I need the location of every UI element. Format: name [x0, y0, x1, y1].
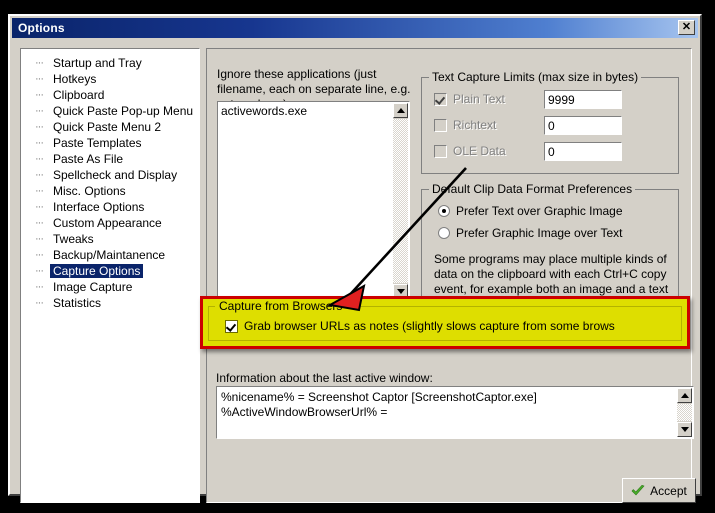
radio-prefer-image[interactable]: Prefer Graphic Image over Text	[438, 226, 623, 240]
accept-button[interactable]: Accept	[622, 478, 696, 503]
close-icon[interactable]: ✕	[678, 20, 695, 35]
tree-connector-icon: ···	[35, 169, 44, 181]
richtext-row[interactable]: Richtext	[434, 118, 496, 132]
sidebar-item-label: Startup and Tray	[53, 56, 142, 70]
plain-text-value[interactable]: 9999	[544, 90, 622, 109]
info-scrollbar[interactable]	[677, 388, 692, 437]
tree-connector-icon: ···	[35, 265, 44, 277]
sidebar-item-label: Paste Templates	[53, 136, 142, 150]
tree-connector-icon: ···	[35, 137, 44, 149]
richtext-value[interactable]: 0	[544, 116, 622, 135]
ole-data-label: OLE Data	[453, 144, 506, 158]
tree-connector-icon: ···	[35, 233, 44, 245]
sidebar-item-label: Custom Appearance	[53, 216, 162, 230]
sidebar-item-label: Paste As File	[53, 152, 124, 166]
sidebar-item[interactable]: ··· Statistics	[21, 295, 199, 311]
grab-urls-label: Grab browser URLs as notes (slightly slo…	[244, 319, 615, 333]
tree-connector-icon: ···	[35, 105, 44, 117]
scroll-up-icon[interactable]	[393, 103, 408, 118]
sidebar-item-label: Quick Paste Pop-up Menu	[53, 104, 194, 118]
grab-urls-row[interactable]: Grab browser URLs as notes (slightly slo…	[225, 319, 615, 333]
sidebar-item[interactable]: ··· Custom Appearance	[21, 215, 199, 231]
tree-connector-icon: ···	[35, 217, 44, 229]
richtext-checkbox[interactable]	[434, 118, 447, 132]
capture-from-browsers-title: Capture from Browsers	[215, 299, 347, 313]
plain-text-checkbox[interactable]	[434, 92, 447, 106]
tree-connector-icon: ···	[35, 121, 44, 133]
text-capture-limits-group: Text Capture Limits (max size in bytes) …	[421, 70, 679, 174]
sidebar-item-label: Statistics	[53, 296, 102, 310]
clip-format-title: Default Clip Data Format Preferences	[429, 182, 636, 196]
sidebar-item-label: Interface Options	[53, 200, 145, 214]
settings-tree[interactable]: ··· Startup and Tray ··· Hotkeys ··· Clipboar…	[20, 48, 200, 503]
sidebar-item[interactable]: ··· Backup/Maintanence	[21, 247, 199, 263]
radio-prefer-image-label: Prefer Graphic Image over Text	[456, 226, 623, 240]
sidebar-item[interactable]: ··· Startup and Tray	[21, 55, 199, 71]
text-capture-limits-title: Text Capture Limits (max size in bytes)	[429, 70, 642, 84]
ole-data-value[interactable]: 0	[544, 142, 622, 161]
window-title: Options	[18, 21, 65, 35]
sidebar-item[interactable]: ··· Hotkeys	[21, 71, 199, 87]
options-dialog: Options ✕ ··· Startup and Tray ··· Hotkeys ·…	[8, 14, 702, 503]
tree-connector-icon: ···	[35, 297, 44, 309]
tree-connector-icon: ···	[35, 201, 44, 213]
scrollbar-track[interactable]	[393, 119, 408, 283]
sidebar-item-label: Capture Options	[50, 264, 144, 278]
tree-connector-icon: ···	[35, 89, 44, 101]
title-bar: Options ✕	[12, 18, 698, 38]
capture-from-browsers-highlight: Capture from Browsers Grab browser URLs …	[200, 296, 690, 349]
sidebar-item[interactable]: ··· Misc. Options	[21, 183, 199, 199]
tree-connector-icon: ···	[35, 153, 44, 165]
radio-prefer-image-icon[interactable]	[438, 227, 450, 239]
ole-data-checkbox[interactable]	[434, 144, 447, 158]
accept-label: Accept	[650, 483, 687, 498]
sidebar-item[interactable]: ··· Paste Templates	[21, 135, 199, 151]
ole-data-row[interactable]: OLE Data	[434, 144, 506, 158]
last-window-info-box[interactable]: %nicename% = Screenshot Captor [Screensh…	[216, 386, 694, 439]
ignore-apps-scrollbar[interactable]	[393, 103, 408, 299]
plain-text-label: Plain Text	[453, 92, 505, 106]
sidebar-item-label: Quick Paste Menu 2	[53, 120, 162, 134]
sidebar-item[interactable]: ··· Tweaks	[21, 231, 199, 247]
sidebar-item-label: Spellcheck and Display	[53, 168, 178, 182]
last-window-info-value: %nicename% = Screenshot Captor [Screensh…	[221, 390, 537, 419]
radio-prefer-text[interactable]: Prefer Text over Graphic Image	[438, 204, 623, 218]
tree-connector-icon: ···	[35, 73, 44, 85]
sidebar-item[interactable]: ··· Capture Options	[21, 263, 199, 279]
sidebar-item-label: Misc. Options	[53, 184, 126, 198]
sidebar-item[interactable]: ··· Clipboard	[21, 87, 199, 103]
sidebar-item-label: Clipboard	[53, 88, 105, 102]
green-check-icon	[631, 484, 645, 495]
plain-text-row[interactable]: Plain Text	[434, 92, 505, 106]
tree-connector-icon: ···	[35, 185, 44, 197]
sidebar-item-label: Hotkeys	[53, 72, 97, 86]
sidebar-item-label: Image Capture	[53, 280, 133, 294]
radio-prefer-text-label: Prefer Text over Graphic Image	[456, 204, 623, 218]
ignore-apps-input[interactable]: activewords.exe	[217, 101, 410, 301]
sidebar-item[interactable]: ··· Paste As File	[21, 151, 199, 167]
sidebar-item[interactable]: ··· Quick Paste Pop-up Menu	[21, 103, 199, 119]
sidebar-item[interactable]: ··· Quick Paste Menu 2	[21, 119, 199, 135]
scroll-down-icon[interactable]	[677, 422, 692, 437]
scrollbar-track[interactable]	[677, 404, 692, 421]
ignore-apps-value: activewords.exe	[221, 104, 308, 118]
sidebar-item[interactable]: ··· Image Capture	[21, 279, 199, 295]
sidebar-item-label: Backup/Maintanence	[53, 248, 166, 262]
sidebar-item[interactable]: ··· Interface Options	[21, 199, 199, 215]
last-window-info-label: Information about the last active window…	[216, 371, 433, 385]
grab-urls-checkbox[interactable]	[225, 319, 238, 333]
tree-connector-icon: ···	[35, 57, 44, 69]
radio-prefer-text-icon[interactable]	[438, 205, 450, 217]
sidebar-item[interactable]: ··· Spellcheck and Display	[21, 167, 199, 183]
tree-connector-icon: ···	[35, 281, 44, 293]
sidebar-item-label: Tweaks	[53, 232, 94, 246]
richtext-label: Richtext	[453, 118, 497, 132]
tree-connector-icon: ···	[35, 249, 44, 261]
scroll-up-icon[interactable]	[677, 388, 692, 403]
